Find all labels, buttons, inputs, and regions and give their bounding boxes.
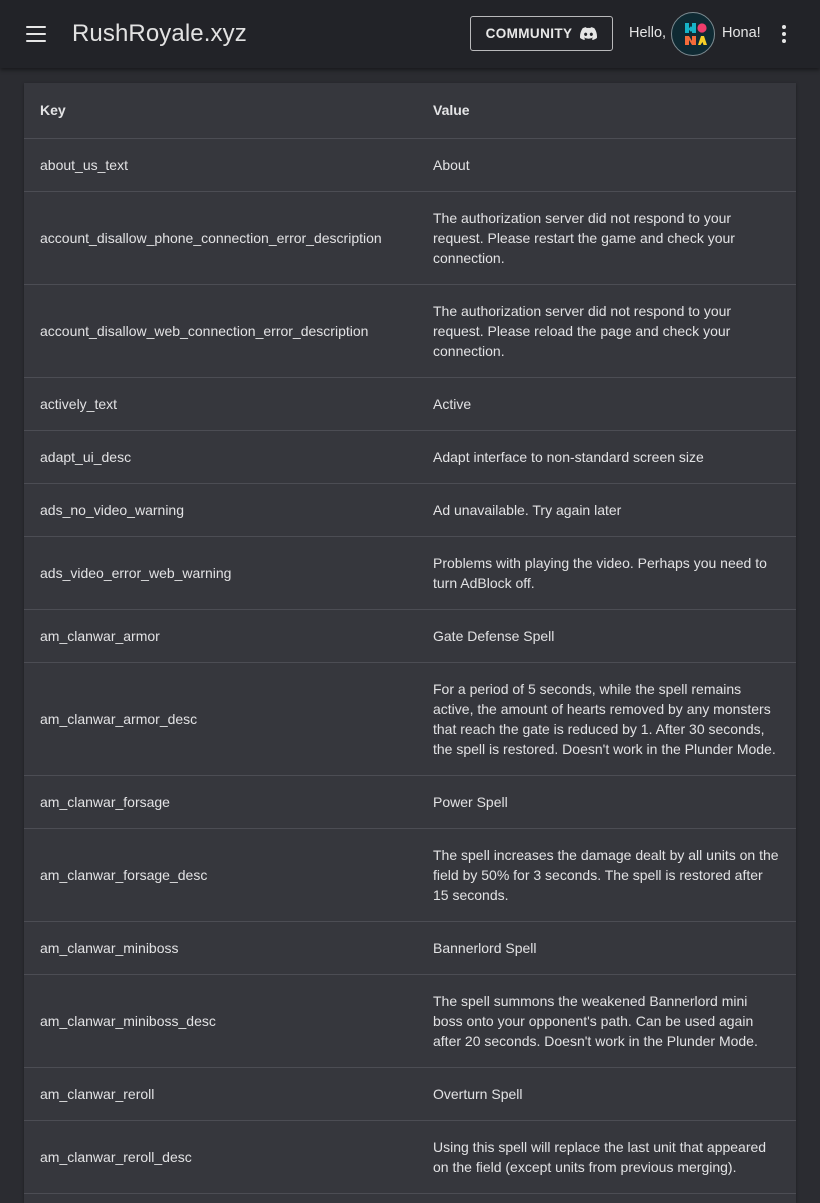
table-row[interactable]: account_disallow_phone_connection_error_… bbox=[24, 191, 796, 285]
hamburger-menu-icon[interactable] bbox=[26, 26, 46, 42]
row-key-cell: ads_video_error_web_warning bbox=[24, 536, 417, 610]
avatar[interactable] bbox=[671, 12, 715, 56]
greeting-text: Hello, bbox=[629, 25, 667, 41]
table-row[interactable]: ads_video_error_web_warning Problems with… bbox=[24, 536, 796, 610]
table-row[interactable]: ads_no_video_warning Ad unavailable. Try … bbox=[24, 483, 796, 537]
row-key-cell: am_clanwar_reroll bbox=[24, 1067, 417, 1121]
row-value-cell: The authorization server did not respond… bbox=[417, 284, 796, 378]
row-key-cell: am_clanwar_miniboss bbox=[24, 921, 417, 975]
site-title[interactable]: RushRoyale.xyz bbox=[72, 20, 247, 48]
discord-icon bbox=[580, 27, 598, 40]
row-value-cell: Bannerlord Spell bbox=[417, 921, 796, 975]
row-key-cell: about_us_text bbox=[24, 138, 417, 192]
row-value-cell: About bbox=[417, 138, 796, 192]
row-value-cell: The spell increases the damage dealt by … bbox=[417, 828, 796, 922]
row-key-cell: am_clanwar_forsage bbox=[24, 775, 417, 829]
table-row[interactable]: am_clanwar_armor Gate Defense Spell bbox=[24, 609, 796, 663]
table-header-row: Key Value bbox=[24, 83, 796, 139]
localization-table: Key Value about_us_text About account_disa… bbox=[24, 83, 796, 1194]
username-text: Hona! bbox=[722, 25, 761, 41]
table-row[interactable]: am_clanwar_armor_desc For a period of 5 s… bbox=[24, 662, 796, 776]
row-key-cell: am_clanwar_reroll_desc bbox=[24, 1120, 417, 1194]
more-vert-icon[interactable] bbox=[780, 25, 788, 43]
table-row[interactable]: am_clanwar_miniboss_desc The spell summon… bbox=[24, 974, 796, 1068]
table-row[interactable]: am_clanwar_reroll Overturn Spell bbox=[24, 1067, 796, 1121]
row-value-cell: For a period of 5 seconds, while the spe… bbox=[417, 662, 796, 776]
app-bar: RushRoyale.xyz COMMUNITY Hello, Hona! bbox=[0, 0, 820, 68]
table-row[interactable]: account_disallow_web_connection_error_de… bbox=[24, 284, 796, 378]
table-row[interactable]: am_clanwar_forsage Power Spell bbox=[24, 775, 796, 829]
row-value-cell: Adapt interface to non-standard screen s… bbox=[417, 430, 796, 484]
row-key-cell: am_clanwar_forsage_desc bbox=[24, 828, 417, 922]
row-value-cell: Overturn Spell bbox=[417, 1067, 796, 1121]
localization-table-card: Key Value about_us_text About account_disa… bbox=[24, 83, 796, 1203]
table-row[interactable]: adapt_ui_desc Adapt interface to non-stan… bbox=[24, 430, 796, 484]
table-row[interactable]: am_clanwar_reroll_desc Using this spell w… bbox=[24, 1120, 796, 1194]
table-row[interactable]: about_us_text About bbox=[24, 138, 796, 192]
row-key-cell: ads_no_video_warning bbox=[24, 483, 417, 537]
row-key-cell: adapt_ui_desc bbox=[24, 430, 417, 484]
row-key-cell: actively_text bbox=[24, 377, 417, 431]
row-key-cell: am_clanwar_miniboss_desc bbox=[24, 974, 417, 1068]
table-row[interactable]: am_clanwar_forsage_desc The spell increas… bbox=[24, 828, 796, 922]
community-button[interactable]: COMMUNITY bbox=[470, 16, 613, 51]
row-value-cell: Active bbox=[417, 377, 796, 431]
community-button-label: COMMUNITY bbox=[485, 26, 573, 41]
column-header-value[interactable]: Value bbox=[417, 83, 796, 139]
row-value-cell: The spell summons the weakened Bannerlor… bbox=[417, 974, 796, 1068]
row-value-cell: The authorization server did not respond… bbox=[417, 191, 796, 285]
row-value-cell: Problems with playing the video. Perhaps… bbox=[417, 536, 796, 610]
row-value-cell: Power Spell bbox=[417, 775, 796, 829]
table-row[interactable]: am_clanwar_miniboss Bannerlord Spell bbox=[24, 921, 796, 975]
row-value-cell: Gate Defense Spell bbox=[417, 609, 796, 663]
row-key-cell: am_clanwar_armor bbox=[24, 609, 417, 663]
row-key-cell: account_disallow_web_connection_error_de… bbox=[24, 284, 417, 378]
row-key-cell: account_disallow_phone_connection_error_… bbox=[24, 191, 417, 285]
table-row[interactable]: actively_text Active bbox=[24, 377, 796, 431]
row-value-cell: Ad unavailable. Try again later bbox=[417, 483, 796, 537]
avatar-logo-icon bbox=[685, 23, 707, 45]
row-value-cell: Using this spell will replace the last u… bbox=[417, 1120, 796, 1194]
column-header-key[interactable]: Key bbox=[24, 83, 417, 139]
row-key-cell: am_clanwar_armor_desc bbox=[24, 662, 417, 776]
